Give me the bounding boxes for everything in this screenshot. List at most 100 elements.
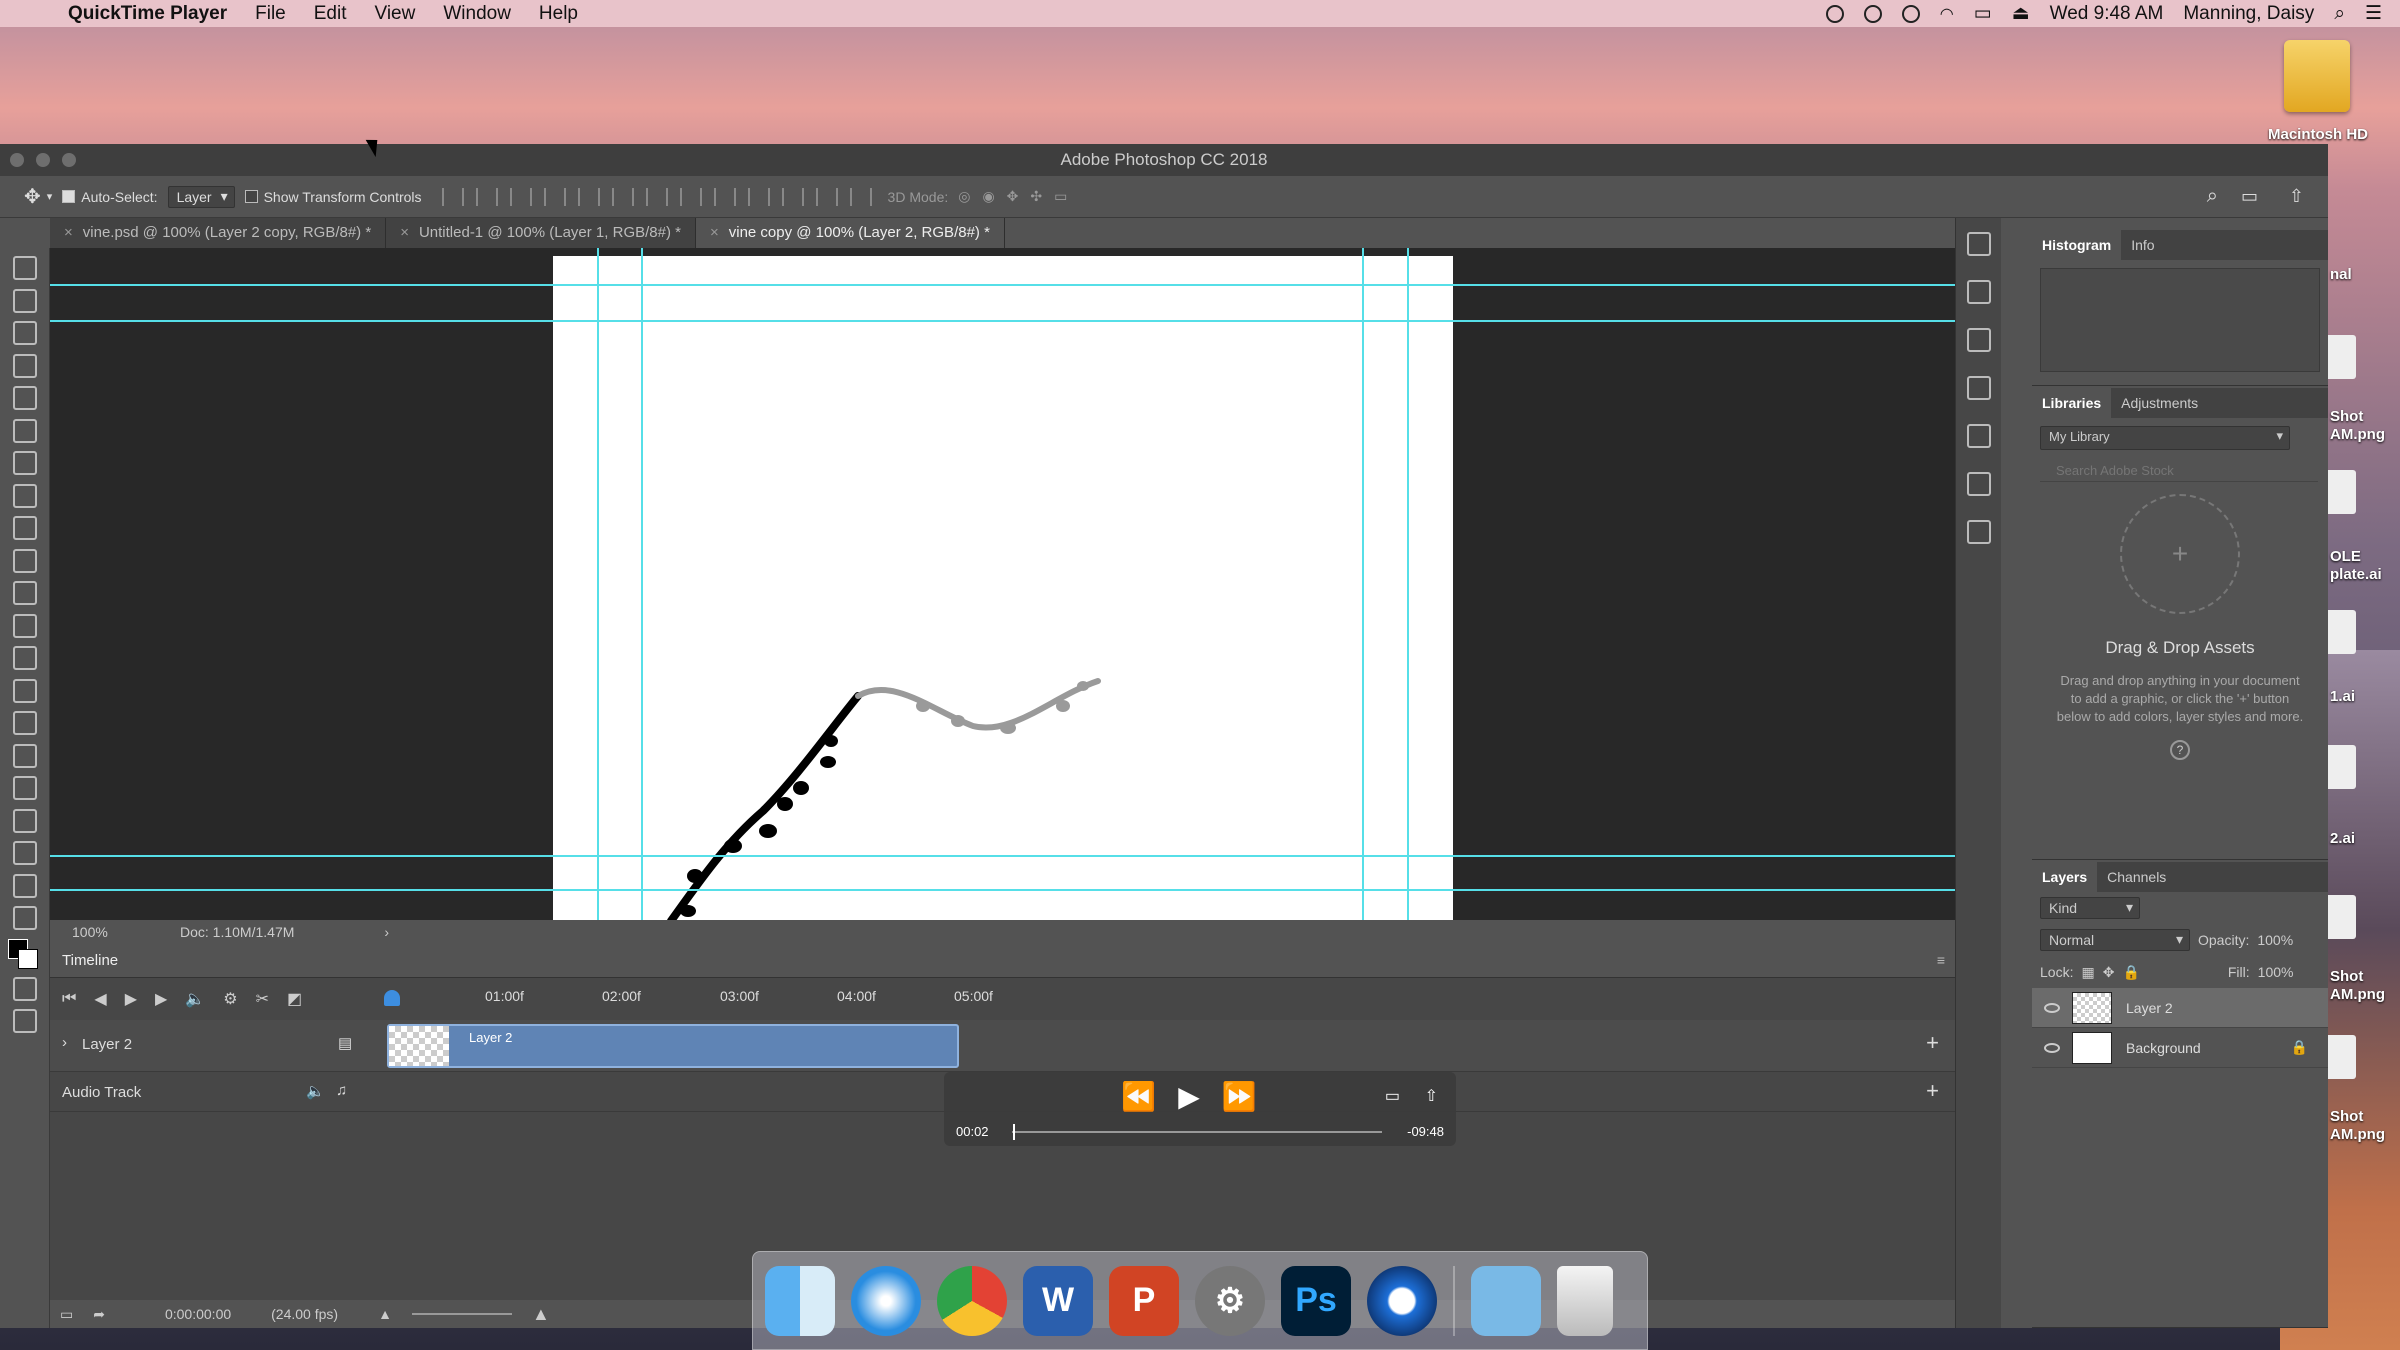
panel-menu-icon[interactable]: ≡ [1937,952,1945,968]
shape-tool-icon[interactable] [13,808,37,833]
tab-histogram[interactable]: Histogram [2032,230,2122,260]
visibility-eye-icon[interactable] [2044,1002,2060,1013]
menubar-clock[interactable]: Wed 9:48 AM [2050,3,2164,25]
chevron-down-icon[interactable]: ▾ [47,190,53,203]
tab-libraries[interactable]: Libraries [2032,388,2112,418]
lock-pixels-icon[interactable]: ▦ [2081,964,2094,981]
previous-frame-icon[interactable]: ◀ [94,989,106,1009]
align-bottom-icon[interactable] [509,187,532,206]
guide-vertical[interactable] [597,248,599,920]
move-tool-icon[interactable] [13,256,37,280]
healing-tool-icon[interactable] [13,451,37,475]
distribute-hcenter-icon[interactable] [781,187,804,206]
more-tools-icon[interactable] [13,906,37,930]
transition-icon[interactable]: ◩ [287,989,302,1009]
creative-cloud-icon[interactable] [1863,4,1882,23]
zoom-window-button[interactable] [62,153,76,167]
settings-gear-icon[interactable]: ⚙ [223,989,237,1009]
brush-tool-icon[interactable] [13,483,37,508]
guide-vertical[interactable] [1362,248,1364,920]
guide-vertical[interactable] [1407,248,1409,920]
distribute-right-icon[interactable] [815,187,838,206]
show-transform-checkbox[interactable]: Show Transform Controls [244,189,422,205]
film-icon[interactable]: ▤ [338,1034,352,1052]
split-scissors-icon[interactable]: ✂ [256,989,269,1009]
close-tab-icon[interactable]: × [400,224,409,241]
add-audio-icon[interactable]: + [1926,1078,1939,1104]
gradient-tool-icon[interactable] [13,613,37,638]
guide-horizontal[interactable] [50,889,1955,891]
spotlight-icon[interactable]: ⌕ [2334,3,2345,25]
marquee-tool-icon[interactable] [13,288,37,313]
convert-icon[interactable]: ➦ [93,1306,105,1323]
play-icon[interactable]: ▶ [125,989,137,1009]
window-titlebar[interactable]: Adobe Photoshop CC 2018 [0,144,2328,176]
safari-icon[interactable] [851,1265,921,1336]
powerpoint-icon[interactable]: P [1109,1265,1179,1336]
align-left-icon[interactable] [543,187,566,206]
distribute-vcenter-icon[interactable] [679,187,702,206]
background-color-swatch[interactable] [18,948,38,969]
distribute-top-icon[interactable] [645,187,668,206]
zoom-slider[interactable] [411,1313,512,1315]
zoom-in-mountain-icon[interactable]: ▲ [532,1304,550,1325]
layer-name[interactable]: Layer 2 [2126,1000,2173,1016]
canvas-area[interactable] [50,248,1955,920]
zoom-out-mountain-icon[interactable]: ▲ [378,1306,392,1322]
layer-2-track[interactable]: › Layer 2 ▤ Layer 2 + [50,1020,1955,1072]
dodge-tool-icon[interactable] [13,678,37,703]
history-brush-tool-icon[interactable] [13,548,37,573]
quick-mask-icon[interactable] [13,976,37,1001]
workspace-icon[interactable]: ▭ [2241,186,2258,207]
layer-2-clip[interactable]: Layer 2 [387,1024,959,1068]
audio-speaker-icon[interactable]: 🔈 [306,1082,325,1100]
auto-align-icon[interactable] [849,187,872,206]
align-vcenter-icon[interactable] [475,187,498,206]
audio-mute-icon[interactable]: 🔈 [185,989,205,1009]
hand-tool-icon[interactable] [13,841,37,865]
blend-mode-select[interactable]: Normal [2040,929,2190,951]
chevron-right-icon[interactable]: › [384,924,389,940]
align-right-icon[interactable] [611,187,634,206]
layer-kind-filter[interactable]: Kind [2040,897,2140,919]
fast-forward-icon[interactable]: ⏩ [1222,1081,1279,1112]
applications-folder-icon[interactable] [1471,1265,1541,1336]
crop-tool-icon[interactable] [13,386,37,410]
eject-icon[interactable]: ⏏ [2012,2,2030,25]
actions-play-icon[interactable] [1967,280,1991,304]
visibility-eye-icon[interactable] [2044,1042,2060,1053]
add-asset-circle[interactable]: + [2120,494,2240,614]
lock-position-icon[interactable]: ✥ [2103,964,2115,981]
menu-view[interactable]: View [375,3,416,25]
close-tab-icon[interactable]: × [64,224,73,241]
auto-select-dropdown[interactable]: Layer [167,185,235,208]
tab-adjustments[interactable]: Adjustments [2111,388,2208,418]
move-tool-icon[interactable]: ✥ [24,184,41,209]
distribute-bottom-icon[interactable] [713,187,736,206]
zoom-level[interactable]: 100% [72,924,172,940]
finder-icon[interactable] [765,1265,835,1336]
path-select-tool-icon[interactable] [13,776,37,800]
photoshop-icon[interactable]: Ps [1281,1265,1351,1336]
scrubber-track[interactable] [1012,1131,1382,1133]
trash-icon[interactable] [1557,1265,1613,1336]
screen-mode-icon[interactable] [13,1009,37,1033]
airplay-icon[interactable]: ▭ [1385,1086,1400,1106]
play-icon[interactable]: ▶ [1178,1081,1222,1112]
record-icon[interactable] [1825,4,1844,23]
chrome-icon[interactable] [937,1265,1007,1336]
tab-layers[interactable]: Layers [2032,862,2098,892]
fill-value[interactable]: 100% [2258,964,2294,980]
character-icon[interactable] [1967,424,1991,448]
music-note-icon[interactable]: ♫ [336,1082,347,1099]
menubar-user[interactable]: Manning, Daisy [2183,3,2314,25]
type-tool-icon[interactable] [13,711,37,735]
guide-vertical[interactable] [641,248,643,920]
stock-search-input[interactable] [2040,460,2318,482]
minimize-window-button[interactable] [36,153,50,167]
sync-icon[interactable] [1901,4,1920,23]
search-icon[interactable]: ⌕ [2207,185,2218,208]
layer-row-layer-2[interactable]: Layer 2 [2032,988,2328,1028]
wifi-icon[interactable]: ◠ [1940,4,1954,24]
render-video-icon[interactable]: ▭ [60,1306,73,1323]
